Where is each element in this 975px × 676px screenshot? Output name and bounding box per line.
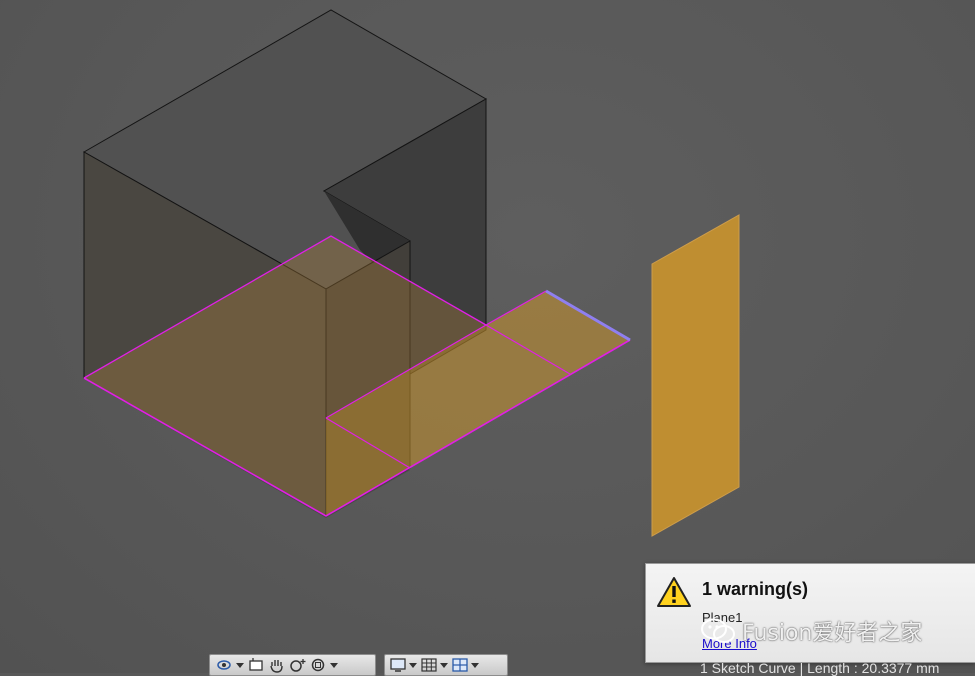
chevron-down-icon xyxy=(330,662,338,668)
status-bar-text: 1 Sketch Curve | Length : 20.3377 mm xyxy=(700,660,940,676)
grid-icon xyxy=(421,658,437,672)
viewports-button[interactable] xyxy=(451,656,479,674)
chevron-down-icon xyxy=(236,662,244,668)
watermark: Fusion爱好者之家 xyxy=(700,614,922,648)
pan-button[interactable] xyxy=(268,656,286,674)
chevron-down-icon xyxy=(440,662,448,668)
orbit-button[interactable] xyxy=(214,656,244,674)
zoom-icon xyxy=(290,659,306,672)
pan-icon xyxy=(270,660,283,673)
orbit-icon xyxy=(217,660,231,670)
viewports-icon xyxy=(452,658,468,672)
look-at-button[interactable] xyxy=(247,656,265,674)
chevron-down-icon xyxy=(409,662,417,668)
wechat-icon xyxy=(701,618,735,643)
grid-settings-button[interactable] xyxy=(420,656,448,674)
display-settings-button[interactable] xyxy=(389,656,417,674)
fit-icon xyxy=(311,658,325,672)
watermark-text: Fusion爱好者之家 xyxy=(742,621,923,646)
fit-button[interactable] xyxy=(310,656,338,674)
zoom-button[interactable] xyxy=(289,656,307,674)
warning-icon xyxy=(657,577,691,607)
warning-panel: 1 warning(s) Plane1 More Info xyxy=(645,563,975,663)
display-settings-icon xyxy=(390,658,406,672)
construction-plane[interactable] xyxy=(651,214,740,537)
look-at-icon xyxy=(249,658,263,671)
chevron-down-icon xyxy=(471,662,479,668)
warning-title: 1 warning(s) xyxy=(702,579,809,599)
